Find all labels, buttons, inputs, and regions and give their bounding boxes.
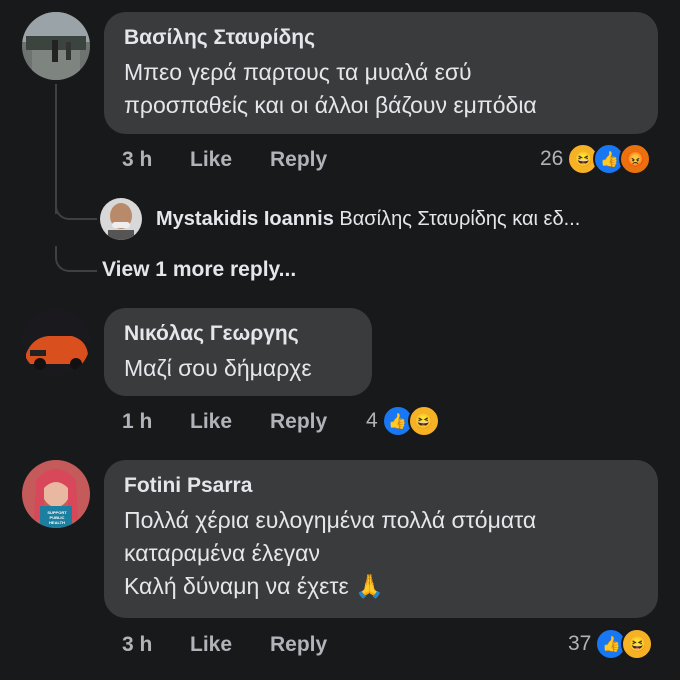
reaction-summary[interactable]: 37 👍 😆	[568, 628, 654, 660]
comment-text: Μπεο γερά παρτους τα μυαλά εσύ προσπαθεί…	[124, 59, 537, 118]
avatar[interactable]: SUPPORT PUBLIC HEALTH	[22, 460, 90, 528]
reaction-summary[interactable]: 4 👍 😆	[366, 405, 440, 437]
comment-bubble: Βασίλης Σταυρίδης Μπεο γερά παρτους τα μ…	[104, 12, 658, 134]
view-more-replies[interactable]: View 1 more reply...	[102, 258, 296, 282]
like-button[interactable]: Like	[190, 633, 232, 657]
reaction-count: 4	[366, 409, 378, 432]
comment-author[interactable]: Νικόλας Γεωργης	[124, 322, 352, 346]
reaction-summary[interactable]: 26 😆 👍 😡	[540, 143, 652, 175]
angry-icon: 😡	[619, 143, 652, 175]
comment-time[interactable]: 3 h	[122, 148, 152, 172]
avatar[interactable]	[100, 198, 142, 240]
reaction-count: 26	[540, 147, 564, 170]
comment-text: Μαζί σου δήμαρχε	[124, 355, 312, 381]
avatar[interactable]	[22, 308, 90, 376]
avatar[interactable]	[22, 12, 90, 80]
comment-actions: 1 h Like Reply	[0, 410, 680, 440]
like-button[interactable]: Like	[190, 410, 232, 434]
reply-text: Βασίλης Σταυρίδης και εδ...	[339, 208, 581, 230]
reply-button[interactable]: Reply	[270, 633, 327, 657]
thread-line	[55, 84, 57, 214]
thread-connector	[55, 246, 97, 272]
comment-text: Πολλά χέρια ευλογημένα πολλά στόματα κατ…	[124, 507, 537, 599]
reply-button[interactable]: Reply	[270, 410, 327, 434]
comment-bubble: Νικόλας Γεωργης Μαζί σου δήμαρχε	[104, 308, 372, 396]
haha-icon: 😆	[621, 628, 654, 660]
reply-button[interactable]: Reply	[270, 148, 327, 172]
reaction-count: 37	[568, 632, 592, 655]
comment-author[interactable]: Βασίλης Σταυρίδης	[124, 26, 638, 50]
haha-icon: 😆	[407, 405, 440, 437]
thread-connector	[55, 196, 97, 220]
comment-bubble: Fotini Psarra Πολλά χέρια ευλογημένα πολ…	[104, 460, 658, 618]
comment-time[interactable]: 3 h	[122, 633, 152, 657]
reply-preview[interactable]: Mystakidis Ioannis Βασίλης Σταυρίδης και…	[156, 208, 580, 231]
reply-author[interactable]: Mystakidis Ioannis	[156, 208, 334, 230]
comment-time[interactable]: 1 h	[122, 410, 152, 434]
avatar-label: SUPPORT PUBLIC HEALTH	[47, 510, 67, 525]
like-button[interactable]: Like	[190, 148, 232, 172]
comment-author[interactable]: Fotini Psarra	[124, 474, 638, 498]
